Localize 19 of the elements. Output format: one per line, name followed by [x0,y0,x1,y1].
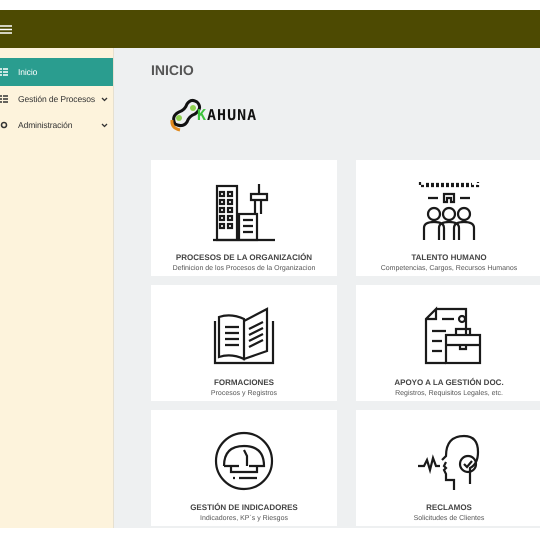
list-icon [0,68,8,76]
card-title: FORMACIONES [214,378,274,387]
logo-text: KAHUNA [197,106,258,124]
card-title: TALENTO HUMANO [411,253,487,262]
sidebar-item[interactable]: Administración [0,112,113,138]
sidebar-item-label: Administración [18,120,74,130]
card-title: GESTIÓN DE INDICADORES [190,503,298,512]
sidebar-item-label: Gestión de Procesos [18,94,96,104]
card-title: PROCESOS DE LA ORGANIZACIÓN [176,253,312,262]
sidebar-item-label: Inicio [18,67,38,77]
page-title: INICIO [151,62,195,78]
card-title: APOYO A LA GESTIÓN DOC. [394,378,504,387]
sidebar-item[interactable]: Gestión de Procesos [0,86,113,112]
menu-icon[interactable] [0,24,12,34]
gear-icon [0,121,8,129]
open-book-icon [211,305,277,367]
list-icon [0,95,8,103]
team-structure-icon [416,180,482,242]
card-title: RECLAMOS [426,503,472,512]
